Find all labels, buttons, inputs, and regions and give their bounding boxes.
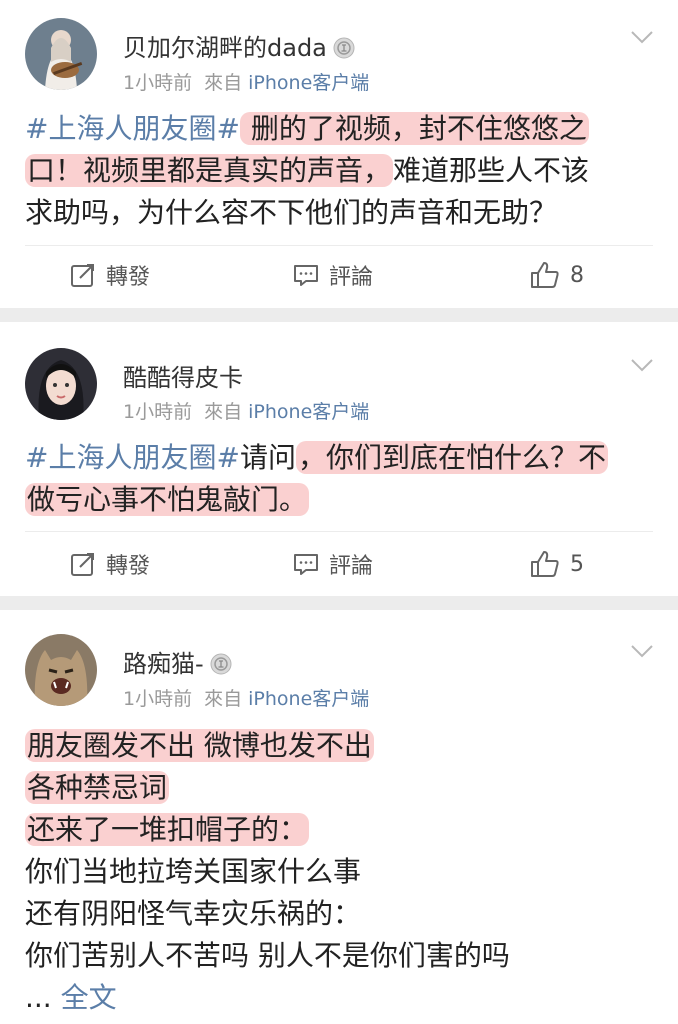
highlighted-text: 还来了一堆扣帽子的： <box>25 813 310 846</box>
content-line: 口！视频里都是真实的声音，难道那些人不该 <box>25 150 653 192</box>
chevron-down-icon[interactable] <box>630 644 654 658</box>
thumbs-up-icon <box>531 262 559 288</box>
content-line: #上海人朋友圈#请问，你们到底在怕什么？不 <box>25 437 653 479</box>
content-text: 请问 <box>239 441 296 474</box>
like-button[interactable]: 8 <box>530 255 584 295</box>
username[interactable]: 贝加尔湖畔的dada <box>123 28 355 63</box>
medal-icon <box>210 653 232 675</box>
avatar[interactable] <box>25 348 97 420</box>
username-text: 贝加尔湖畔的dada <box>123 34 327 62</box>
content-line: 做亏心事不怕鬼敲门。 <box>25 479 653 521</box>
source-label: 來自 <box>204 688 243 710</box>
hashtag-link[interactable]: #上海人朋友圈# <box>25 441 240 474</box>
weibo-post: 酷酷得皮卡 1小時前 來自 iPhone客户端 #上海人朋友圈#请问，你们到底在怕… <box>0 322 678 596</box>
repost-label: 轉發 <box>106 265 151 290</box>
content-line: 还有阴阳怪气幸灾乐祸的： <box>25 893 653 935</box>
post-content: 朋友圈发不出 微博也发不出 各种禁忌词 还来了一堆扣帽子的： 你们当地拉垮关国家… <box>25 725 653 1019</box>
content-line: 你们当地拉垮关国家什么事 <box>25 851 653 893</box>
like-button[interactable]: 5 <box>530 544 584 584</box>
content-line: ... 全文 <box>25 977 653 1019</box>
post-meta: 1小時前 來自 iPhone客户端 <box>123 397 369 424</box>
content-line: 还来了一堆扣帽子的： <box>25 809 653 851</box>
post-time: 1小時前 <box>123 688 193 710</box>
repost-icon <box>71 264 94 287</box>
comment-label: 評論 <box>329 554 374 579</box>
content-text: ... <box>25 981 61 1014</box>
comment-icon <box>294 265 318 286</box>
source-device[interactable]: iPhone客户端 <box>248 688 369 710</box>
divider <box>25 245 653 246</box>
highlighted-text: 朋友圈发不出 微博也发不出 <box>25 729 374 762</box>
highlighted-text: 各种禁忌词 <box>25 771 170 804</box>
comment-button[interactable]: 評論 <box>293 544 373 584</box>
action-bar: 轉發 評論 8 <box>0 255 678 295</box>
comment-label: 評論 <box>329 265 374 290</box>
source-device[interactable]: iPhone客户端 <box>248 72 369 94</box>
content-text: 你们苦别人不苦吗 别人不是你们害的吗 <box>25 939 510 972</box>
source-label: 來自 <box>204 401 243 423</box>
source-label: 來自 <box>204 72 243 94</box>
content-text: 求助吗，为什么容不下他们的声音和无助？ <box>25 196 558 229</box>
highlighted-text: 删的了视频，封不住悠悠之 <box>239 112 589 145</box>
post-separator <box>0 308 678 322</box>
username[interactable]: 酷酷得皮卡 <box>123 358 243 393</box>
full-text-link[interactable]: 全文 <box>61 981 117 1014</box>
username[interactable]: 路痴猫- <box>123 644 232 679</box>
content-line: 求助吗，为什么容不下他们的声音和无助？ <box>25 192 653 234</box>
divider <box>25 531 653 532</box>
content-line: #上海人朋友圈# 删的了视频，封不住悠悠之 <box>25 108 653 150</box>
content-line: 各种禁忌词 <box>25 767 653 809</box>
repost-icon <box>71 553 94 576</box>
content-text: 还有阴阳怪气幸灾乐祸的： <box>25 897 362 930</box>
repost-button[interactable]: 轉發 <box>70 544 150 584</box>
chevron-down-icon[interactable] <box>630 358 654 372</box>
username-text: 路痴猫- <box>123 650 204 678</box>
post-separator <box>0 596 678 610</box>
repost-button[interactable]: 轉發 <box>70 255 150 295</box>
hashtag-link[interactable]: #上海人朋友圈# <box>25 112 240 145</box>
post-meta: 1小時前 來自 iPhone客户端 <box>123 68 369 95</box>
highlighted-text: 口！视频里都是真实的声音， <box>25 154 394 187</box>
comment-button[interactable]: 評論 <box>293 255 373 295</box>
avatar[interactable] <box>25 634 97 706</box>
thumbs-up-icon <box>531 551 559 577</box>
avatar[interactable] <box>25 18 97 90</box>
content-line: 你们苦别人不苦吗 别人不是你们害的吗 <box>25 935 653 977</box>
medal-icon <box>333 37 355 59</box>
content-text: 难道那些人不该 <box>393 154 590 187</box>
weibo-post: 贝加尔湖畔的dada 1小時前 來自 iPhone客户端 #上海人朋友圈# 删的了… <box>0 0 678 308</box>
post-meta: 1小時前 來自 iPhone客户端 <box>123 684 369 711</box>
post-time: 1小時前 <box>123 72 193 94</box>
content-text: 你们当地拉垮关国家什么事 <box>25 855 362 888</box>
comment-icon <box>294 554 318 575</box>
action-bar: 轉發 評論 5 <box>0 544 678 584</box>
like-count: 5 <box>570 551 584 577</box>
highlighted-text: 做亏心事不怕鬼敲门。 <box>25 483 310 516</box>
username-text: 酷酷得皮卡 <box>123 364 243 392</box>
like-count: 8 <box>570 262 584 288</box>
repost-label: 轉發 <box>106 554 151 579</box>
content-line: 朋友圈发不出 微博也发不出 <box>25 725 653 767</box>
post-content: #上海人朋友圈#请问，你们到底在怕什么？不做亏心事不怕鬼敲门。 <box>25 437 653 521</box>
highlighted-text: ，你们到底在怕什么？不 <box>295 441 608 474</box>
post-time: 1小時前 <box>123 401 193 423</box>
weibo-post: 路痴猫- 1小時前 來自 iPhone客户端 朋友圈发不出 微博也发不出 各种禁忌… <box>0 610 678 1024</box>
post-content: #上海人朋友圈# 删的了视频，封不住悠悠之 口！视频里都是真实的声音，难道那些人不… <box>25 108 653 234</box>
source-device[interactable]: iPhone客户端 <box>248 401 369 423</box>
chevron-down-icon[interactable] <box>630 30 654 44</box>
